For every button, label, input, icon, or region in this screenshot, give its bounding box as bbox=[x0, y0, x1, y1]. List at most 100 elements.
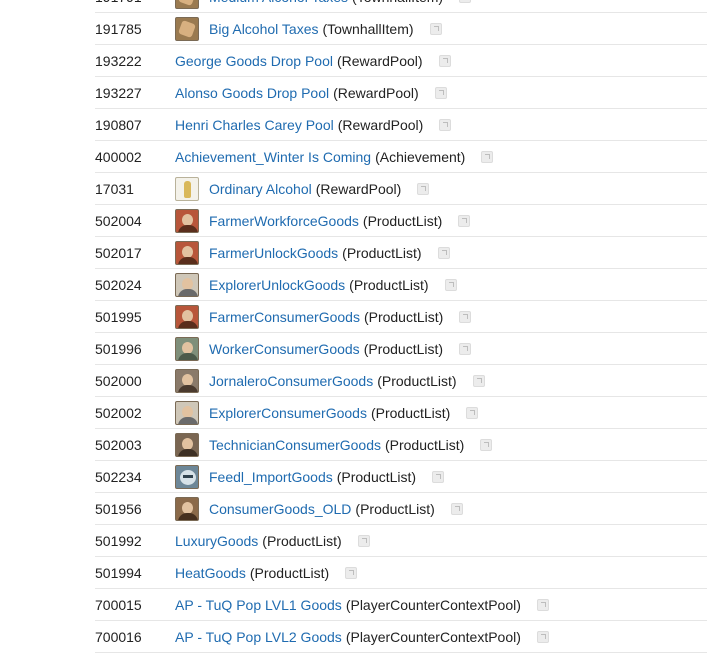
technician-portrait-icon bbox=[175, 432, 199, 457]
external-link-icon[interactable] bbox=[429, 22, 442, 35]
mask-portrait-icon bbox=[175, 464, 199, 489]
row-entry: Feedl_ImportGoods (ProductList) bbox=[175, 464, 445, 489]
external-link-icon[interactable] bbox=[444, 278, 457, 291]
entry-type: (ProductList) bbox=[363, 340, 444, 357]
row-id: 191791 bbox=[95, 0, 175, 5]
row-id: 700016 bbox=[95, 628, 142, 645]
external-link-icon[interactable] bbox=[459, 310, 472, 323]
entry-link[interactable]: Medium Alcohol Taxes bbox=[209, 0, 348, 5]
entry-type: (ProductList) bbox=[336, 468, 417, 485]
entry-link[interactable]: AP - TuQ Pop LVL1 Goods bbox=[175, 597, 342, 613]
entry-link[interactable]: ConsumerGoods_OLD bbox=[209, 501, 351, 517]
row-id: 400002 bbox=[95, 148, 142, 165]
external-link-icon[interactable] bbox=[434, 86, 447, 99]
entry-link[interactable]: JornaleroConsumerGoods bbox=[209, 373, 373, 389]
external-link-icon[interactable] bbox=[536, 630, 549, 643]
table-row: 400002 Achievement_Winter Is Coming (Achie… bbox=[95, 141, 707, 173]
table-row: 191785 Big Alcohol Taxes (TownhallItem) bbox=[95, 13, 707, 45]
entry-type: (PlayerCounterContextPool) bbox=[345, 596, 521, 613]
external-link-icon[interactable] bbox=[459, 0, 472, 3]
row-entry: FarmerConsumerGoods (ProductList) bbox=[175, 304, 472, 329]
entry-type: (TownhallItem) bbox=[352, 0, 443, 5]
external-link-icon[interactable] bbox=[480, 438, 493, 451]
external-link-icon[interactable] bbox=[417, 182, 430, 195]
table-row: 700015 AP - TuQ Pop LVL1 Goods (PlayerCoun… bbox=[95, 589, 707, 621]
external-link-icon[interactable] bbox=[536, 598, 549, 611]
portrait-icon bbox=[175, 496, 199, 521]
row-id: 501956 bbox=[95, 500, 142, 517]
external-link-icon[interactable] bbox=[450, 502, 463, 515]
entry-link[interactable]: Big Alcohol Taxes bbox=[209, 21, 318, 37]
table-row: 190807 Henri Charles Carey Pool (RewardPoo… bbox=[95, 109, 707, 141]
row-entry: AP - TuQ Pop LVL2 Goods (PlayerCounterCon… bbox=[175, 629, 549, 645]
entry-link[interactable]: HeatGoods bbox=[175, 565, 246, 581]
table-row: 501956 ConsumerGoods_OLD (ProductList) bbox=[95, 493, 707, 525]
external-link-icon[interactable] bbox=[357, 534, 370, 547]
entry-type: (RewardPool) bbox=[315, 180, 402, 197]
entry-type: (ProductList) bbox=[362, 212, 443, 229]
external-link-icon[interactable] bbox=[458, 214, 471, 227]
row-id: 193222 bbox=[95, 52, 142, 69]
row-entry: WorkerConsumerGoods (ProductList) bbox=[175, 336, 472, 361]
row-id: 501992 bbox=[95, 532, 142, 549]
generic-item-icon bbox=[175, 0, 199, 9]
entry-link[interactable]: ExplorerConsumerGoods bbox=[209, 405, 367, 421]
entry-link[interactable]: Alonso Goods Drop Pool bbox=[175, 85, 329, 101]
entry-link[interactable]: AP - TuQ Pop LVL2 Goods bbox=[175, 629, 342, 645]
table-row: 501995 FarmerConsumerGoods (ProductList) bbox=[95, 301, 707, 333]
entry-link[interactable]: TechnicianConsumerGoods bbox=[209, 437, 381, 453]
row-entry: JornaleroConsumerGoods (ProductList) bbox=[175, 368, 485, 393]
entry-link[interactable]: LuxuryGoods bbox=[175, 533, 258, 549]
entry-type: (RewardPool) bbox=[336, 52, 423, 69]
entry-type: (ProductList) bbox=[355, 500, 435, 517]
results-table: 191791 Medium Alcohol Taxes (TownhallItem)… bbox=[95, 0, 707, 653]
farmer-portrait-icon bbox=[175, 208, 199, 233]
row-id: 502024 bbox=[95, 276, 142, 293]
entry-type: (ProductList) bbox=[342, 244, 422, 261]
external-link-icon[interactable] bbox=[432, 470, 445, 483]
explorer-portrait-icon bbox=[175, 272, 199, 297]
row-entry: FarmerUnlockGoods (ProductList) bbox=[175, 240, 450, 265]
worker-portrait-icon bbox=[175, 336, 199, 361]
entry-type: (TownhallItem) bbox=[322, 20, 414, 37]
entry-type: (RewardPool) bbox=[333, 84, 419, 101]
external-link-icon[interactable] bbox=[472, 374, 485, 387]
external-link-icon[interactable] bbox=[438, 54, 451, 67]
alcohol-bottle-icon bbox=[175, 176, 199, 201]
jornalero-portrait-icon bbox=[175, 368, 199, 393]
table-row: 502004 FarmerWorkforceGoods (ProductList) bbox=[95, 205, 707, 237]
table-row: 502024 ExplorerUnlockGoods (ProductList) bbox=[95, 269, 707, 301]
external-link-icon[interactable] bbox=[437, 246, 450, 259]
farmer-portrait-icon bbox=[175, 240, 199, 265]
row-id: 502017 bbox=[95, 244, 142, 261]
entry-link[interactable]: Henri Charles Carey Pool bbox=[175, 117, 334, 133]
table-row: 502000 JornaleroConsumerGoods (ProductList… bbox=[95, 365, 707, 397]
entry-link[interactable]: FarmerUnlockGoods bbox=[209, 245, 338, 261]
row-entry: Alonso Goods Drop Pool (RewardPool) bbox=[175, 85, 447, 101]
explorer-portrait-icon bbox=[175, 400, 199, 425]
entry-link[interactable]: ExplorerUnlockGoods bbox=[209, 277, 345, 293]
external-link-icon[interactable] bbox=[459, 342, 472, 355]
row-entry: AP - TuQ Pop LVL1 Goods (PlayerCounterCon… bbox=[175, 597, 549, 613]
table-row: 191791 Medium Alcohol Taxes (TownhallItem) bbox=[95, 0, 707, 13]
external-link-icon[interactable] bbox=[466, 406, 479, 419]
entry-link[interactable]: FarmerConsumerGoods bbox=[209, 309, 360, 325]
external-link-icon[interactable] bbox=[345, 566, 358, 579]
entry-type: (ProductList) bbox=[363, 308, 444, 325]
row-id: 501995 bbox=[95, 308, 142, 325]
entry-link[interactable]: Ordinary Alcohol bbox=[209, 181, 312, 197]
table-row: 502234 Feedl_ImportGoods (ProductList) bbox=[95, 461, 707, 493]
table-row: 193227 Alonso Goods Drop Pool (RewardPool) bbox=[95, 77, 707, 109]
table-row: 502003 TechnicianConsumerGoods (ProductLis… bbox=[95, 429, 707, 461]
external-link-icon[interactable] bbox=[439, 118, 452, 131]
row-entry: Medium Alcohol Taxes (TownhallItem) bbox=[175, 0, 472, 9]
entry-link[interactable]: FarmerWorkforceGoods bbox=[209, 213, 359, 229]
entry-link[interactable]: Feedl_ImportGoods bbox=[209, 469, 333, 485]
row-id: 502234 bbox=[95, 468, 142, 485]
entry-link[interactable]: WorkerConsumerGoods bbox=[209, 341, 360, 357]
entry-link[interactable]: Achievement_Winter Is Coming bbox=[175, 149, 371, 165]
row-id: 502002 bbox=[95, 404, 142, 421]
entry-link[interactable]: George Goods Drop Pool bbox=[175, 53, 333, 69]
external-link-icon[interactable] bbox=[481, 150, 494, 163]
entry-type: (Achievement) bbox=[375, 148, 466, 165]
